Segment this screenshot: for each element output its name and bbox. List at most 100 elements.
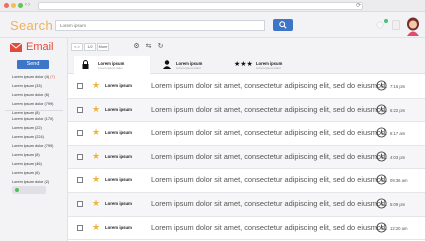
refresh-icon[interactable]: ⟳ [356,2,361,9]
tab-subtitle: Lorem ipsum dolor [176,66,201,70]
mail-subject: Lorem ipsum dolor sit amet, consectetur … [151,81,388,90]
back-forward-icon[interactable]: ‹› [25,2,31,8]
mail-sender: Lorem ipsum [105,83,132,88]
mail-subject: Lorem ipsum dolor sit amet, consectetur … [151,128,388,138]
star-icon[interactable]: ★ [92,222,100,232]
mail-row[interactable]: ★ Lorem ipsum Lorem ipsum dolor sit amet… [68,98,425,123]
mail-row[interactable]: ★ Lorem ipsum Lorem ipsum dolor sit amet… [68,122,425,146]
avatar[interactable] [405,16,421,36]
mail-sender: Lorem ipsum [105,153,132,159]
select-checkbox[interactable] [77,83,83,89]
mail-time: 7:16 pm [390,84,406,89]
clock-icon [376,80,387,91]
select-checkbox[interactable] [77,106,83,113]
select-checkbox[interactable] [77,224,83,231]
clock-icon [376,174,387,185]
search-logo: Search [10,18,53,33]
star-icon[interactable]: ★ [92,80,100,90]
label-list: Lorem ipsum dolor (170) Lorem ipsum (22)… [12,115,53,187]
mail-sender: Lorem ipsum [105,106,132,112]
label-item[interactable]: Lorem ipsum (46) [12,160,53,169]
mail-row[interactable]: ★ Lorem ipsum Lorem ipsum dolor sit amet… [68,192,425,217]
select-checkbox[interactable] [77,177,83,184]
mail-sender: Lorem ipsum [105,224,132,230]
mail-time: 5:09 pm [390,201,406,207]
label-item[interactable]: Lorem ipsum (224) [12,133,53,142]
sort-icon[interactable]: ⇆ [144,42,153,51]
mail-row[interactable]: ★ Lorem ipsum Lorem ipsum dolor sit amet… [68,216,425,241]
email-logo: Email [10,41,70,55]
star-icon[interactable]: ★ [92,151,100,161]
notification-badge [384,19,388,23]
status-toggle[interactable] [12,186,46,194]
mail-subject: Lorem ipsum dolor sit amet, consectetur … [151,222,388,232]
category-tabs: Lorem ipsum Lorem ipsum dolor Lorem ipsu… [68,56,425,74]
mail-time: 6:17 am [390,131,406,137]
mail-toolbar: < > 1/2 More ⚙ ⇆ ↻ [68,38,425,56]
select-checkbox[interactable] [77,200,83,207]
folder-item[interactable]: Lorem ipsum (33) [12,82,55,91]
settings-gear-icon[interactable] [376,21,384,29]
settings-gear-icon[interactable]: ⚙ [132,42,141,51]
nav-button[interactable]: < > [71,43,83,51]
mail-time: 4:03 pm [390,154,406,160]
mail-time: 12:20 am [390,225,408,231]
sidebar: Email Send Lorem ipsum dolor (4) (7) Lor… [0,38,68,241]
clock-icon [376,151,387,162]
label-item[interactable]: Lorem ipsum (6) [12,169,53,178]
clock-icon [376,198,387,209]
mail-sender: Lorem ipsum [105,200,132,206]
select-checkbox[interactable] [77,130,83,137]
mail-list: ★ Lorem ipsum Lorem ipsum dolor sit amet… [68,75,425,241]
user-icon [163,60,171,69]
lock-icon [82,60,89,69]
label-item[interactable]: Lorem ipsum (8) [12,151,53,160]
close-window-button[interactable] [4,3,9,8]
address-bar[interactable] [38,2,363,10]
refresh-icon[interactable]: ↻ [156,42,165,51]
maximize-window-button[interactable] [18,3,23,8]
clock-icon [376,222,387,233]
clock-icon [376,104,387,115]
star-icon[interactable]: ★ [92,127,100,137]
search-input[interactable] [55,20,265,31]
label-item[interactable]: Lorem ipsum dolor (170) [12,115,53,124]
mail-row[interactable]: ★ Lorem ipsum Lorem ipsum dolor sit amet… [68,169,425,193]
folder-list: Lorem ipsum dolor (4) (7) Lorem ipsum (3… [12,73,55,118]
star-icon[interactable]: ★ [92,198,100,208]
star-icon[interactable]: ★ [92,104,100,114]
search-button[interactable] [273,19,293,31]
sidebar-divider [5,110,63,111]
mail-sender: Lorem ipsum [105,177,132,183]
send-button[interactable]: Send [17,60,49,69]
tab-promotions[interactable]: ★★★ Lorem ipsum Lorem ipsum dolor [226,56,302,74]
star-icon[interactable]: ★ [92,174,100,184]
email-logo-text: Email [26,41,54,53]
more-button[interactable]: More [97,43,109,51]
tab-primary[interactable]: Lorem ipsum Lorem ipsum dolor [74,56,150,74]
label-item[interactable]: Lorem ipsum (22) [12,124,53,133]
mail-subject: Lorem ipsum dolor sit amet, consectetur … [151,175,388,185]
search-icon [279,21,287,29]
tab-social[interactable]: Lorem ipsum Lorem ipsum dolor [150,56,226,74]
mail-subject: Lorem ipsum dolor sit amet, consectetur … [151,151,388,161]
label-item[interactable]: Lorem ipsum dolor (799) [12,142,53,151]
tab-subtitle: Lorem ipsum dolor [98,66,123,70]
mail-sender: Lorem ipsum [105,130,132,136]
apps-icon[interactable] [392,20,400,30]
stars-icon: ★★★ [234,61,253,68]
folder-item[interactable]: Lorem ipsum dolor (4) (7) [12,73,55,82]
folder-item[interactable]: Lorem ipsum dolor (6) [12,91,55,100]
mail-row[interactable]: ★ Lorem ipsum Lorem ipsum dolor sit amet… [68,75,425,99]
mail-row[interactable]: ★ Lorem ipsum Lorem ipsum dolor sit amet… [68,145,425,170]
folder-item[interactable]: Lorem ipsum dolor (799) [12,100,55,109]
minimize-window-button[interactable] [11,3,16,8]
clock-icon [376,127,387,138]
tab-subtitle: Lorem ipsum dolor [256,66,281,70]
select-checkbox[interactable] [77,153,83,160]
online-status-icon [15,188,19,192]
page-button[interactable]: 1/2 [84,43,96,51]
envelope-icon [10,43,22,52]
browser-titlebar: ‹› ⟳ [0,0,425,12]
mail-subject: Lorem ipsum dolor sit amet, consectetur … [151,198,388,208]
